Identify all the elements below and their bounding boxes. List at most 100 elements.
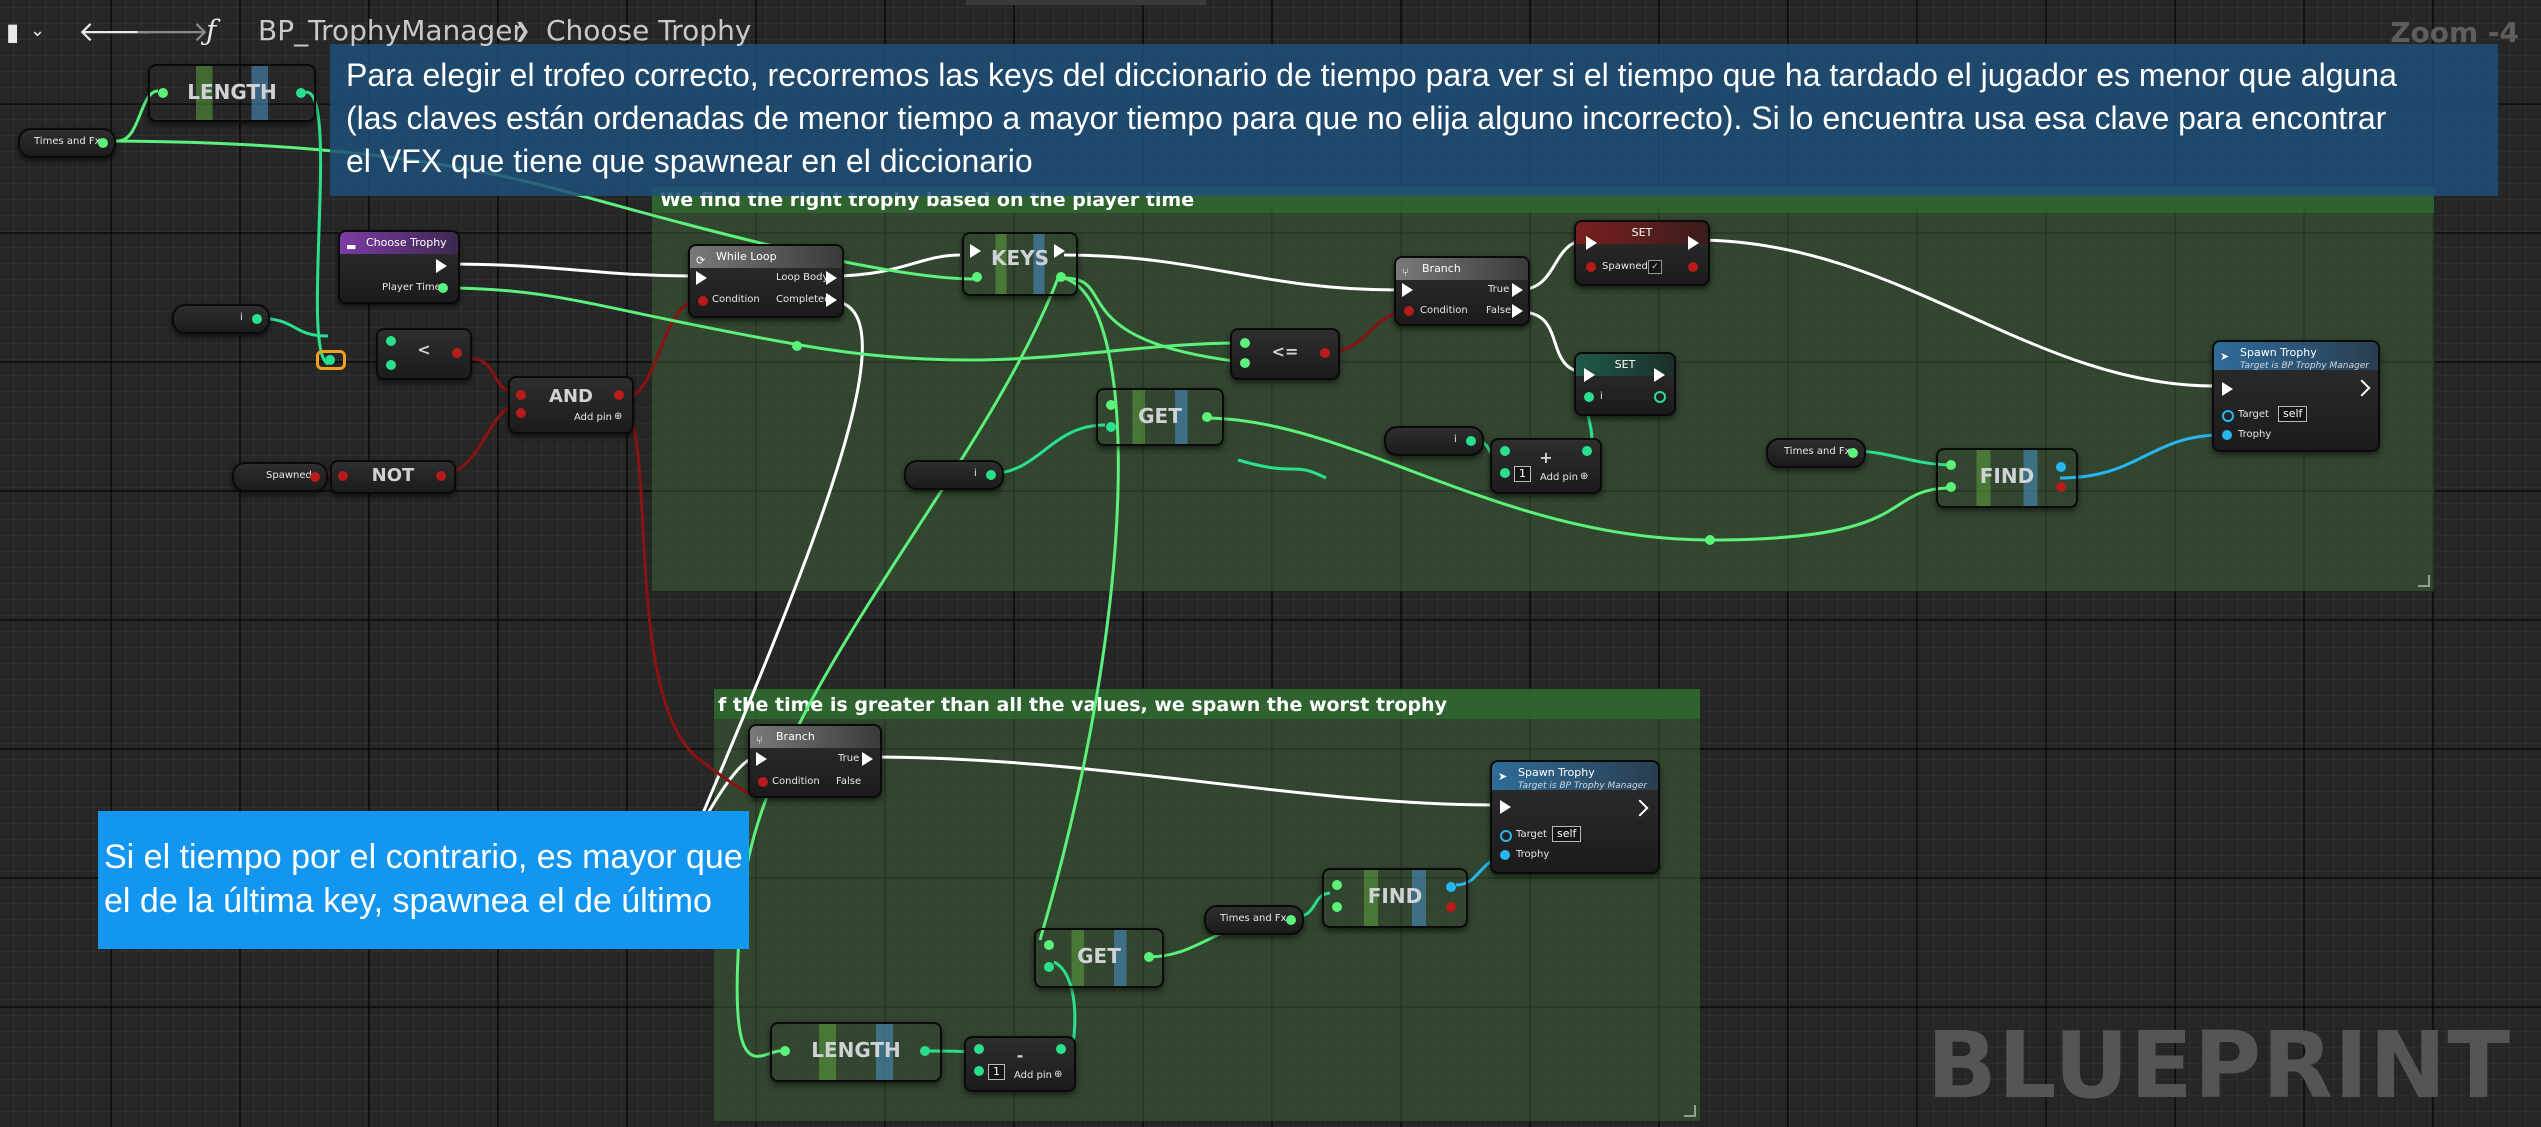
- not-node[interactable]: NOT: [330, 460, 456, 494]
- spawn-trophy-node-top[interactable]: ➤ Spawn Trophy Target is BP Trophy Manage…: [2212, 340, 2380, 452]
- spawned-input-pin[interactable]: [1586, 262, 1596, 272]
- and-output-pin[interactable]: [614, 390, 624, 400]
- reroute-node-selected[interactable]: [316, 350, 346, 370]
- found-output-pin[interactable]: [2056, 482, 2066, 492]
- b-pin[interactable]: [386, 360, 396, 370]
- add-pin-icon[interactable]: ⊕: [614, 411, 622, 422]
- add-node[interactable]: 1 + Add pin ⊕: [1490, 438, 1602, 494]
- less-equal-node[interactable]: <=: [1230, 328, 1340, 380]
- b-pin[interactable]: [974, 1066, 984, 1076]
- while-loop-node[interactable]: ⟳ While Loop Loop Body Condition Complete…: [688, 244, 844, 318]
- and-node[interactable]: AND Add pin ⊕: [508, 376, 634, 434]
- b-pin[interactable]: [1500, 468, 1510, 478]
- trophy-pin[interactable]: [1500, 850, 1510, 860]
- condition-pin[interactable]: [698, 296, 708, 306]
- i-output-pin[interactable]: [252, 314, 262, 324]
- branch-node-top[interactable]: ⑂ Branch True Condition False: [1394, 256, 1530, 326]
- add-pin-label[interactable]: Add pin: [574, 412, 612, 423]
- get-output-pin[interactable]: [1202, 412, 1212, 422]
- variable-output-pin[interactable]: [1848, 448, 1858, 458]
- trophy-pin[interactable]: [2222, 430, 2232, 440]
- value-output-pin[interactable]: [2056, 462, 2066, 472]
- add-pin-label[interactable]: Add pin: [1014, 1070, 1052, 1081]
- subtract-output-pin[interactable]: [1056, 1044, 1066, 1054]
- length-output-pin[interactable]: [296, 88, 306, 98]
- spawned-variable[interactable]: Spawned: [232, 462, 328, 492]
- found-output-pin[interactable]: [1446, 902, 1456, 912]
- spawn-trophy-node-bottom[interactable]: ➤ Spawn Trophy Target is BP Trophy Manage…: [1490, 760, 1660, 874]
- i-variable-left[interactable]: i: [172, 304, 270, 334]
- find-node-top[interactable]: FIND: [1936, 448, 2078, 508]
- player-time-pin[interactable]: [438, 283, 448, 293]
- breadcrumb-parent[interactable]: BP_TrophyManager: [258, 14, 524, 47]
- times-and-fx-variable-1[interactable]: Times and Fx: [18, 128, 116, 158]
- map-input-pin[interactable]: [972, 272, 982, 282]
- b-value-field[interactable]: 1: [1514, 466, 1531, 482]
- target-pin[interactable]: [1500, 830, 1512, 842]
- false-pin[interactable]: [1512, 304, 1523, 318]
- not-output-pin[interactable]: [436, 471, 446, 481]
- length-node-top[interactable]: LENGTH: [148, 64, 316, 122]
- true-pin[interactable]: [862, 752, 873, 766]
- exec-output-pin[interactable]: [1631, 799, 1649, 817]
- bookmark-icon[interactable]: ▮: [6, 18, 19, 46]
- add-pin-icon[interactable]: ⊕: [1580, 471, 1588, 482]
- spawned-output-pin[interactable]: [1688, 262, 1698, 272]
- target-self-field[interactable]: self: [1552, 826, 1582, 842]
- i-variable-mid[interactable]: i: [904, 460, 1004, 490]
- times-and-fx-variable-3[interactable]: Times and Fx: [1204, 905, 1304, 935]
- b-value-field[interactable]: 1: [988, 1064, 1005, 1080]
- get-node-bottom[interactable]: GET: [1034, 928, 1164, 988]
- forward-arrow-icon[interactable]: 🡒: [134, 14, 209, 48]
- condition-pin[interactable]: [758, 777, 768, 787]
- i-output-pin[interactable]: [1654, 391, 1666, 403]
- breadcrumb-current[interactable]: Choose Trophy: [546, 14, 751, 47]
- spawned-output-pin[interactable]: [310, 472, 320, 482]
- exec-output-pin[interactable]: [1654, 368, 1665, 382]
- target-pin[interactable]: [2222, 410, 2234, 422]
- true-pin[interactable]: [1512, 283, 1523, 297]
- keys-node[interactable]: KEYS: [962, 232, 1078, 296]
- variable-output-pin[interactable]: [1286, 915, 1296, 925]
- loop-body-pin[interactable]: [826, 271, 837, 285]
- get-output-pin[interactable]: [1144, 952, 1154, 962]
- exec-input-pin[interactable]: [756, 752, 767, 766]
- exec-input-pin[interactable]: [1500, 800, 1511, 814]
- spawned-checkbox[interactable]: ✓: [1648, 260, 1662, 274]
- keys-output-pin[interactable]: [1056, 272, 1066, 282]
- set-i-node[interactable]: SET i: [1574, 352, 1676, 416]
- i-output-pin[interactable]: [986, 470, 996, 480]
- less-than-node[interactable]: <: [376, 328, 472, 380]
- exec-output-pin[interactable]: [436, 259, 447, 273]
- exec-input-pin[interactable]: [1586, 236, 1597, 250]
- length-node-bottom[interactable]: LENGTH: [770, 1022, 942, 1082]
- find-node-bottom[interactable]: FIND: [1322, 868, 1468, 928]
- branch-node-bottom[interactable]: ⑂ Branch True Condition False: [748, 724, 882, 798]
- i-output-pin[interactable]: [1466, 436, 1476, 446]
- completed-pin[interactable]: [826, 293, 837, 307]
- i-input-pin[interactable]: [1584, 392, 1594, 402]
- target-self-field[interactable]: self: [2278, 406, 2308, 422]
- add-pin-icon[interactable]: ⊕: [1054, 1069, 1062, 1080]
- exec-input-pin[interactable]: [1584, 368, 1595, 382]
- value-output-pin[interactable]: [1446, 882, 1456, 892]
- result-pin[interactable]: [452, 348, 462, 358]
- variable-output-pin[interactable]: [98, 138, 108, 148]
- length-output-pin[interactable]: [920, 1046, 930, 1056]
- false-pin[interactable]: [862, 775, 873, 789]
- choose-trophy-entry-node[interactable]: ▬ Choose Trophy Player Time: [338, 230, 460, 304]
- add-pin-label[interactable]: Add pin: [1540, 472, 1578, 483]
- get-node-top[interactable]: GET: [1096, 388, 1224, 446]
- chevron-down-icon[interactable]: ⌄: [30, 20, 45, 41]
- exec-input-pin[interactable]: [1402, 283, 1413, 297]
- add-output-pin[interactable]: [1582, 446, 1592, 456]
- exec-input-pin[interactable]: [2222, 382, 2233, 396]
- exec-output-pin[interactable]: [1688, 236, 1699, 250]
- i-variable-right[interactable]: i: [1384, 426, 1484, 456]
- subtract-node[interactable]: 1 - Add pin ⊕: [964, 1036, 1076, 1092]
- times-and-fx-variable-2[interactable]: Times and Fx: [1766, 438, 1866, 468]
- set-spawned-node[interactable]: SET Spawned ✓: [1574, 220, 1710, 286]
- result-pin[interactable]: [1320, 348, 1330, 358]
- and-input-b-pin[interactable]: [516, 408, 526, 418]
- condition-pin[interactable]: [1404, 306, 1414, 316]
